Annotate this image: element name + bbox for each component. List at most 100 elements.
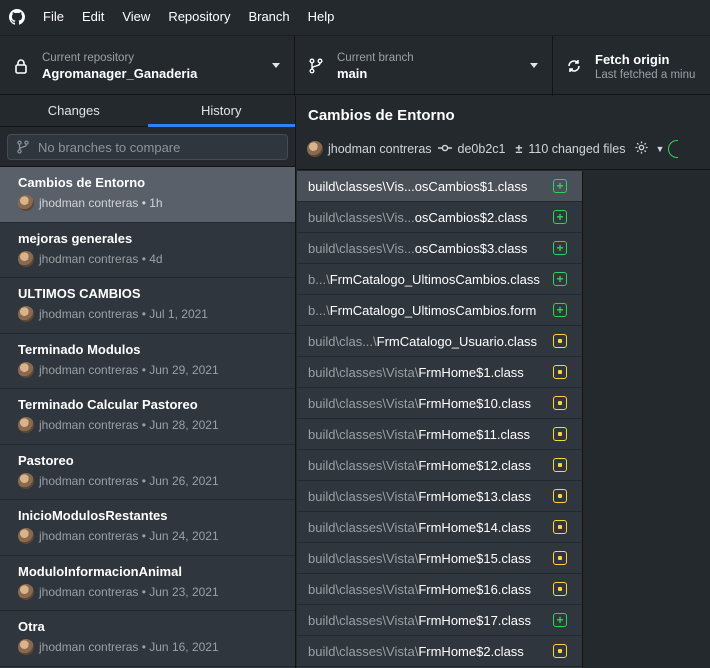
file-modified-icon bbox=[553, 427, 567, 441]
changed-file-row[interactable]: build\classes\Vis... osCambios$3.class + bbox=[297, 233, 582, 264]
commit-list-item[interactable]: ULTIMOS CAMBIOS jhodman contreras • Jul 1… bbox=[0, 278, 295, 334]
file-added-icon: + bbox=[553, 613, 567, 627]
commit-list-item-title: ModuloInformacionAnimal bbox=[18, 563, 182, 579]
avatar bbox=[18, 361, 34, 378]
avatar bbox=[18, 472, 34, 489]
menu-help[interactable]: Help bbox=[299, 0, 344, 34]
commit-list-item[interactable]: mejoras generales jhodman contreras • 4d bbox=[0, 222, 295, 278]
commit-list-item[interactable]: Pastoreo jhodman contreras • Jun 26, 2021 bbox=[0, 444, 295, 500]
file-name: FrmHome$2.class bbox=[418, 643, 524, 659]
file-name: FrmCatalogo_UltimosCambios.form bbox=[329, 302, 537, 318]
commit-list-item[interactable]: Terminado Modulos jhodman contreras • Jun… bbox=[0, 333, 295, 389]
sidebar: Changes History No branches to compare C… bbox=[0, 96, 296, 668]
changed-file-row[interactable]: build\clas...\ FrmCatalogo_Usuario.class bbox=[297, 326, 582, 357]
file-modified-icon bbox=[553, 582, 567, 596]
file-modified-icon bbox=[553, 458, 567, 472]
file-modified-icon bbox=[553, 644, 567, 658]
file-name: FrmHome$14.class bbox=[418, 519, 532, 535]
commit-list-item-meta: jhodman contreras • Jun 24, 2021 bbox=[39, 529, 219, 543]
current-branch-value: main bbox=[337, 65, 368, 81]
changed-file-row[interactable]: build\classes\Vista\ FrmHome$14.class bbox=[297, 512, 582, 543]
gear-icon[interactable] bbox=[634, 140, 649, 158]
file-added-icon: + bbox=[553, 303, 567, 317]
changed-file-row[interactable]: build\classes\Vis... osCambios$1.class + bbox=[297, 171, 582, 202]
commit-list-item-title: Pastoreo bbox=[18, 452, 74, 468]
current-branch-button[interactable]: Current branch main bbox=[295, 36, 553, 96]
tab-changes[interactable]: Changes bbox=[0, 96, 148, 126]
avatar bbox=[18, 417, 34, 433]
fetch-origin-label: Fetch origin bbox=[595, 51, 670, 67]
current-repository-label: Current repository bbox=[42, 51, 135, 64]
file-path-prefix: build\classes\Vista\ bbox=[308, 519, 419, 535]
changed-file-row[interactable]: build\classes\Vista\ FrmHome$16.class bbox=[297, 574, 582, 605]
github-logo-icon bbox=[0, 0, 34, 34]
file-name: FrmHome$17.class bbox=[418, 612, 532, 628]
commit-icon bbox=[437, 142, 452, 156]
commit-sha[interactable]: de0b2c1 bbox=[458, 142, 506, 156]
commit-list-item[interactable]: Otra jhodman contreras • Jun 16, 2021 bbox=[0, 611, 295, 667]
commit-list: Cambios de Entorno jhodman contreras • 1h… bbox=[0, 167, 295, 667]
file-path-prefix: build\classes\Vis... bbox=[308, 240, 415, 256]
file-name: osCambios$3.class bbox=[414, 240, 528, 256]
file-path-prefix: build\classes\Vista\ bbox=[308, 364, 419, 380]
file-name: FrmHome$13.class bbox=[418, 488, 532, 504]
menu-repository[interactable]: Repository bbox=[159, 0, 239, 34]
commit-list-item[interactable]: Cambios de Entorno jhodman contreras • 1h bbox=[0, 167, 295, 223]
commit-list-item[interactable]: Terminado Calcular Pastoreo jhodman contr… bbox=[0, 389, 295, 445]
file-modified-icon bbox=[553, 334, 567, 348]
changed-file-list: build\classes\Vis... osCambios$1.class + bu… bbox=[297, 171, 583, 668]
commit-details-panel: Cambios de Entorno jhodman contreras de0… bbox=[297, 96, 710, 668]
menu-edit[interactable]: Edit bbox=[73, 0, 113, 34]
changed-file-row[interactable]: build\classes\Vista\ FrmHome$12.class bbox=[297, 450, 582, 481]
menu-file[interactable]: File bbox=[34, 0, 73, 34]
commit-list-item-title: Otra bbox=[18, 619, 45, 634]
file-name: FrmCatalogo_Usuario.class bbox=[376, 333, 538, 349]
file-modified-icon bbox=[553, 489, 567, 503]
commit-list-item[interactable]: ModuloInformacionAnimal jhodman contreras… bbox=[0, 555, 295, 611]
changed-file-row[interactable]: build\classes\Vista\ FrmHome$13.class bbox=[297, 481, 582, 512]
commit-list-item-meta: jhodman contreras • Jun 16, 2021 bbox=[39, 640, 219, 654]
chevron-down-icon[interactable]: ▼ bbox=[655, 144, 664, 154]
current-repository-value: Agromanager_Ganaderia bbox=[42, 65, 198, 81]
branch-compare-input[interactable]: No branches to compare bbox=[7, 134, 288, 160]
changed-files-count: 110 changed files bbox=[528, 142, 626, 156]
changed-file-row[interactable]: build\classes\Vista\ FrmHome$1.class bbox=[297, 357, 582, 388]
changed-file-row[interactable]: b...\ FrmCatalogo_UltimosCambios.class + bbox=[297, 264, 582, 295]
file-name: FrmHome$15.class bbox=[418, 550, 532, 566]
file-path-prefix: build\classes\Vista\ bbox=[308, 488, 419, 504]
current-repository-button[interactable]: Current repository Agromanager_Ganaderia bbox=[0, 36, 295, 96]
fetch-origin-button[interactable]: Fetch origin Last fetched a minu bbox=[553, 36, 710, 96]
commit-list-item-meta: jhodman contreras • Jun 26, 2021 bbox=[39, 473, 219, 488]
changed-file-row[interactable]: build\classes\Vista\ FrmHome$17.class + bbox=[297, 605, 582, 636]
menu-branch[interactable]: Branch bbox=[239, 0, 298, 34]
git-branch-icon bbox=[295, 58, 337, 74]
file-modified-icon bbox=[553, 551, 567, 565]
changed-file-row[interactable]: build\classes\Vista\ FrmHome$11.class bbox=[297, 419, 582, 450]
commit-list-item-meta: jhodman contreras • Jun 28, 2021 bbox=[39, 418, 219, 432]
avatar bbox=[18, 195, 34, 211]
commit-list-item-title: Terminado Calcular Pastoreo bbox=[18, 397, 198, 412]
changed-file-row[interactable]: build\classes\Vista\ FrmHome$10.class bbox=[297, 388, 582, 419]
file-modified-icon bbox=[553, 365, 567, 379]
file-path-prefix: b...\ bbox=[308, 271, 330, 287]
file-added-icon: + bbox=[553, 272, 567, 286]
added-legend-icon bbox=[668, 140, 679, 158]
file-name: FrmHome$16.class bbox=[418, 581, 532, 597]
changed-file-row[interactable]: b...\ FrmCatalogo_UltimosCambios.form + bbox=[297, 295, 582, 326]
menu-view[interactable]: View bbox=[113, 0, 159, 34]
changed-file-row[interactable]: build\classes\Vis... osCambios$2.class + bbox=[297, 202, 582, 233]
file-added-icon: + bbox=[553, 241, 567, 255]
commit-meta: jhodman contreras de0b2c1 ± 110 changed … bbox=[297, 129, 710, 170]
file-path-prefix: build\classes\Vista\ bbox=[308, 457, 419, 473]
tab-history[interactable]: History bbox=[147, 96, 296, 127]
commit-list-item[interactable]: InicioModulosRestantes jhodman contreras … bbox=[0, 500, 295, 556]
changed-file-row[interactable]: build\classes\Vista\ FrmHome$2.class bbox=[297, 636, 582, 667]
file-name: FrmCatalogo_UltimosCambios.class bbox=[329, 271, 540, 287]
commit-list-item-title: Cambios de Entorno bbox=[18, 175, 146, 190]
changed-file-row[interactable]: build\classes\Vista\ FrmHome$15.class bbox=[297, 543, 582, 574]
commit-list-item-title: Terminado Modulos bbox=[18, 341, 141, 357]
file-path-prefix: build\classes\Vista\ bbox=[308, 643, 419, 659]
commit-author: jhodman contreras bbox=[328, 142, 432, 156]
branch-compare-placeholder: No branches to compare bbox=[38, 139, 181, 155]
file-path-prefix: b...\ bbox=[308, 302, 330, 318]
